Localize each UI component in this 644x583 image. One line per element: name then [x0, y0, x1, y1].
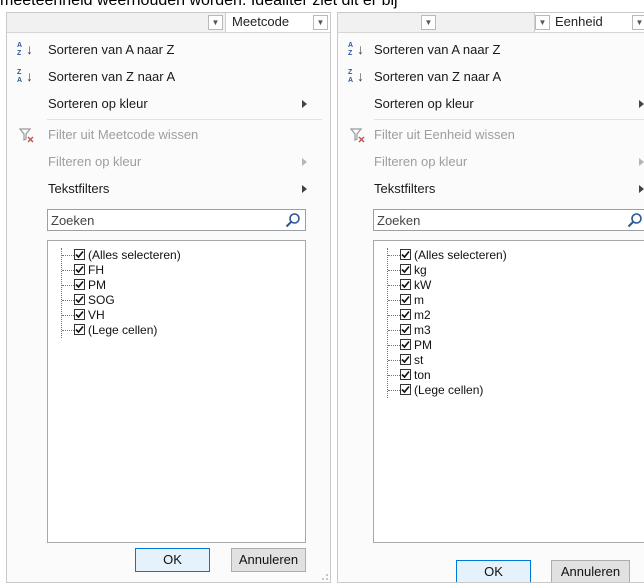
menu-label: Filteren op kleur — [374, 154, 468, 169]
value-list: (Alles selecteren) kg kW m m2 m3 PM st t… — [373, 240, 644, 543]
chevron-right-icon — [302, 158, 307, 166]
checkbox[interactable] — [74, 294, 85, 305]
menu-separator — [47, 119, 322, 120]
ok-button[interactable]: OK — [456, 560, 531, 582]
chevron-right-icon — [302, 100, 307, 108]
column-dropdown-button[interactable]: ▼ — [208, 15, 223, 30]
checkbox[interactable] — [400, 279, 411, 290]
menu-filter-color[interactable]: Filteren op kleur — [338, 151, 644, 173]
menu-label: Filter uit Eenheid wissen — [374, 127, 515, 142]
checkbox[interactable] — [400, 384, 411, 395]
menu-sort-color[interactable]: Sorteren op kleur — [7, 93, 330, 115]
column-header-bar: ▼ Meetcode ▼ — [7, 13, 330, 33]
active-column-dropdown-button[interactable]: ▼ — [535, 15, 550, 30]
search-input[interactable] — [377, 211, 607, 229]
menu-sort-asc[interactable]: A Z ↓ Sorteren van A naar Z — [338, 39, 644, 61]
search-box — [373, 209, 644, 231]
checkbox[interactable] — [400, 339, 411, 350]
value-list: (Alles selecteren) FH PM SOG VH (Lege ce… — [47, 240, 306, 543]
menu-label: Sorteren op kleur — [374, 96, 474, 111]
chevron-right-icon — [639, 100, 644, 108]
search-icon[interactable] — [285, 212, 301, 228]
search-input[interactable] — [51, 211, 270, 229]
filter-panel-meetcode: ▼ Meetcode ▼ A Z ↓ Sorteren van A naar Z Z… — [6, 12, 331, 583]
menu-sort-desc[interactable]: Z A ↓ Sorteren van Z naar A — [7, 66, 330, 88]
value-tree: (Alles selecteren) FH PM SOG VH (Lege ce… — [61, 248, 181, 338]
next-column-dropdown-button[interactable]: ▼ — [632, 15, 644, 30]
value-tree: (Alles selecteren) kg kW m m2 m3 PM st t… — [387, 248, 507, 398]
ok-button[interactable]: OK — [135, 548, 210, 572]
checkbox[interactable] — [400, 324, 411, 335]
menu-label: Sorteren van A naar Z — [48, 42, 175, 57]
search-icon[interactable] — [627, 212, 643, 228]
menu-text-filters[interactable]: Tekstfilters — [7, 178, 330, 200]
sort-ascending-icon: A Z ↓ — [17, 41, 33, 57]
clear-filter-icon — [350, 128, 365, 143]
column-header-bar: ▼ ▼ Eenheid ▼ — [338, 13, 644, 33]
menu-separator — [374, 119, 644, 120]
search-box — [47, 209, 306, 231]
menu-clear-filter[interactable]: Filter uit Meetcode wissen — [7, 124, 330, 146]
menu-text-filters[interactable]: Tekstfilters — [338, 178, 644, 200]
active-column-header: Meetcode ▼ — [225, 13, 330, 32]
column-dropdown-button[interactable]: ▼ — [421, 15, 436, 30]
sort-descending-icon: Z A ↓ — [348, 68, 364, 84]
chevron-right-icon — [639, 185, 644, 193]
menu-label: Filteren op kleur — [48, 154, 142, 169]
menu-filter-color[interactable]: Filteren op kleur — [7, 151, 330, 173]
sort-ascending-icon: A Z ↓ — [348, 41, 364, 57]
checkbox[interactable] — [74, 279, 85, 290]
active-column-dropdown-button[interactable]: ▼ — [313, 15, 328, 30]
menu-clear-filter[interactable]: Filter uit Eenheid wissen — [338, 124, 644, 146]
active-column-header: ▼ Eenheid ▼ — [534, 13, 644, 32]
menu-sort-desc[interactable]: Z A ↓ Sorteren van Z naar A — [338, 66, 644, 88]
menu-label: Sorteren van A naar Z — [374, 42, 501, 57]
column-title: Meetcode — [232, 14, 290, 29]
sort-descending-icon: Z A ↓ — [17, 68, 33, 84]
checkbox[interactable] — [400, 249, 411, 260]
resize-grip-icon[interactable] — [322, 574, 328, 580]
menu-label: Sorteren op kleur — [48, 96, 148, 111]
chevron-right-icon — [302, 185, 307, 193]
menu-label: Tekstfilters — [374, 181, 436, 196]
menu-label: Sorteren van Z naar A — [374, 69, 502, 84]
menu-label: Sorteren van Z naar A — [48, 69, 176, 84]
checkbox[interactable] — [400, 294, 411, 305]
checkbox[interactable] — [400, 354, 411, 365]
cancel-button[interactable]: Annuleren — [231, 548, 306, 572]
checkbox[interactable] — [74, 309, 85, 320]
checkbox[interactable] — [74, 324, 85, 335]
checkbox[interactable] — [400, 369, 411, 380]
cancel-button[interactable]: Annuleren — [551, 560, 630, 582]
background-document-text: meeteenheid weerhouden worden. Idealiter… — [0, 0, 398, 9]
menu-sort-asc[interactable]: A Z ↓ Sorteren van A naar Z — [7, 39, 330, 61]
checkbox[interactable] — [400, 264, 411, 275]
checkbox[interactable] — [400, 309, 411, 320]
menu-label: Tekstfilters — [48, 181, 110, 196]
checkbox[interactable] — [74, 264, 85, 275]
menu-label: Filter uit Meetcode wissen — [48, 127, 199, 142]
clear-filter-icon — [19, 128, 34, 143]
filter-panel-eenheid: ▼ ▼ Eenheid ▼ A Z ↓ Sorteren van A naar Z … — [337, 12, 644, 583]
checkbox[interactable] — [74, 249, 85, 260]
menu-sort-color[interactable]: Sorteren op kleur — [338, 93, 644, 115]
column-title: Eenheid — [555, 14, 603, 29]
chevron-right-icon — [639, 158, 644, 166]
